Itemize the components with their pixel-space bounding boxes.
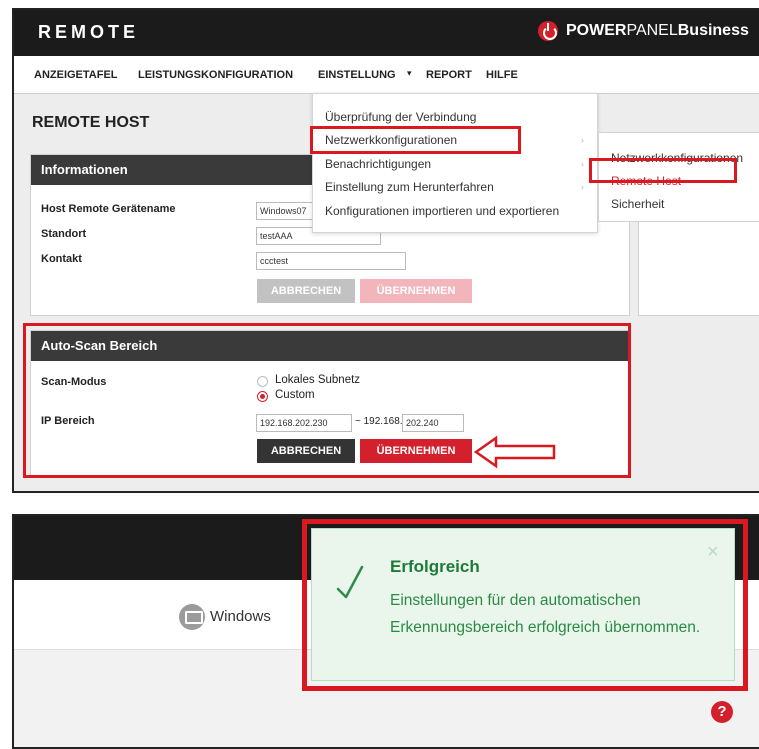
powerpanel-logo: POWER PANEL Business [538,21,749,41]
power-icon [538,21,558,41]
chevron-right-icon: › [581,182,584,192]
device-name: Windows [210,608,271,625]
monitor-icon [179,604,205,630]
submenu-security[interactable]: Sicherheit [611,197,664,211]
main-nav: ANZEIGETAFEL LEISTUNGSKONFIGURATION EINS… [14,56,759,94]
chevron-right-icon: › [581,159,584,169]
menu-item-shutdown[interactable]: Einstellung zum Herunterfahren [325,180,494,194]
help-icon[interactable]: ? [711,701,733,723]
hostname-label: Host Remote Gerätename [41,203,176,215]
nav-dashboard[interactable]: ANZEIGETAFEL [34,69,118,81]
settings-dropdown: Überprüfung der Verbindung Netzwerkkonfi… [312,93,598,233]
menu-item-notifications[interactable]: Benachrichtigungen [325,157,431,171]
chevron-down-icon: ▾ [407,68,412,78]
top-header: REMOTE POWER PANEL Business [14,10,759,56]
settings-panel: REMOTE POWER PANEL Business ANZEIGETAFEL … [12,8,759,493]
info-apply-button[interactable]: ÜBERNEHMEN [360,279,472,303]
nav-help[interactable]: HILFE [486,69,518,81]
highlight-toast [302,519,748,691]
nav-settings[interactable]: EINSTELLUNG [318,69,396,81]
page-title: REMOTE HOST [32,114,150,131]
contact-input[interactable]: ccctest [256,252,406,270]
menu-item-connection-check[interactable]: Überprüfung der Verbindung [325,110,476,124]
location-label: Standort [41,228,87,240]
highlight-autoscan-card [23,323,631,478]
brand-title: REMOTE [38,22,140,42]
contact-label: Kontakt [41,253,82,265]
menu-item-import-export[interactable]: Konfigurationen importieren und exportie… [325,204,559,218]
side-card [638,210,759,316]
info-cancel-button[interactable]: ABBRECHEN [257,279,355,303]
highlight-remote-host [589,158,737,183]
highlight-network-config [310,126,521,154]
chevron-right-icon: › [581,135,584,145]
result-panel: Windows Erfolgreich Einstellungen für de… [12,514,759,749]
nav-power-config[interactable]: LEISTUNGSKONFIGURATION [138,69,293,81]
nav-report[interactable]: REPORT [426,69,472,81]
